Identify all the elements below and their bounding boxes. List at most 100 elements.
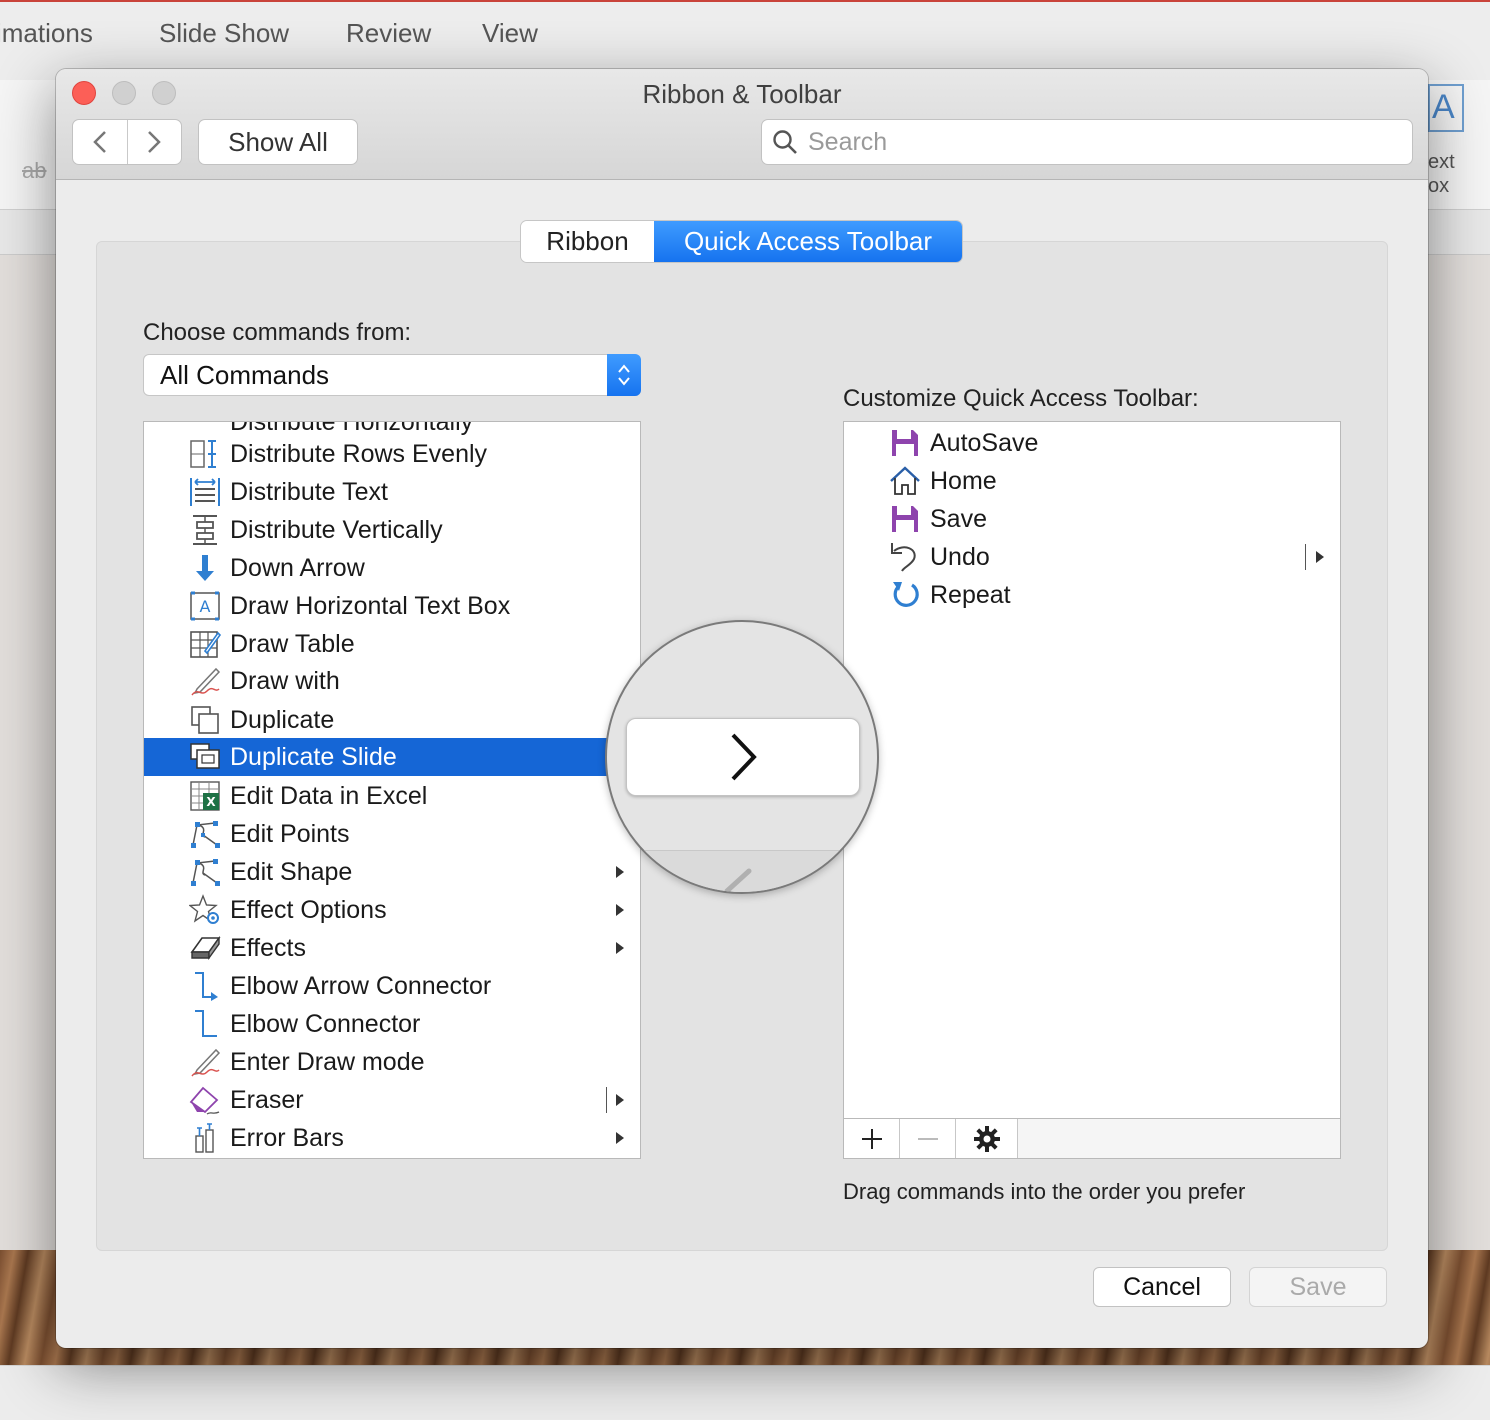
list-item[interactable]: Edit Points: [144, 815, 640, 853]
commands-list[interactable]: Distribute Horizontally Distribute Rows …: [143, 421, 641, 1159]
tab-ribbon[interactable]: Ribbon: [521, 221, 654, 262]
save-button[interactable]: Save: [1249, 1267, 1387, 1307]
window-title: Ribbon & Toolbar: [642, 79, 842, 109]
list-item[interactable]: Distribute Rows Evenly: [144, 435, 640, 473]
edit-shape-icon: [188, 855, 222, 889]
show-all-button[interactable]: Show All: [198, 119, 358, 165]
text-box-label-line-1: ext: [1428, 151, 1455, 173]
list-item[interactable]: Repeat: [844, 576, 1340, 614]
minus-icon: [917, 1137, 938, 1140]
back-button[interactable]: [73, 120, 127, 164]
gear-icon: [973, 1125, 1000, 1152]
list-item[interactable]: Draw with: [144, 662, 640, 700]
menu-review[interactable]: Review: [346, 18, 431, 49]
text-box-icon: [1428, 84, 1464, 132]
search-icon: [773, 130, 797, 154]
eraser-icon: [188, 1083, 222, 1117]
magnifier-callout: [605, 620, 879, 894]
search-input[interactable]: [808, 127, 1388, 157]
down-arrow-icon: [188, 551, 222, 585]
submenu-arrow-icon[interactable]: [1316, 551, 1324, 563]
chevron-left-icon: [92, 131, 106, 153]
text-box-icon: A: [188, 589, 222, 623]
effects-icon: [188, 931, 222, 965]
list-item[interactable]: Home: [844, 462, 1340, 500]
add-button[interactable]: [844, 1119, 900, 1158]
search-field[interactable]: [761, 119, 1413, 165]
save-icon: [888, 502, 922, 536]
forward-button[interactable]: [126, 120, 182, 164]
list-item[interactable]: Enter Draw mode: [144, 1043, 640, 1081]
svg-text:A: A: [200, 597, 211, 616]
list-item[interactable]: Distribute Text: [144, 473, 640, 511]
submenu-arrow-icon[interactable]: [616, 942, 624, 954]
distribute-vertically-icon: [188, 513, 222, 547]
customize-qat-label: Customize Quick Access Toolbar:: [843, 385, 1199, 412]
duplicate-slide-icon: [188, 740, 222, 774]
excel-icon: X: [188, 779, 222, 813]
qat-list[interactable]: AutoSave Home Save Undo Repeat: [843, 421, 1341, 1159]
choose-commands-label: Choose commands from:: [143, 319, 412, 346]
split-divider: [606, 1087, 607, 1113]
commands-source-select[interactable]: All Commands: [143, 354, 641, 396]
draw-mode-icon: [188, 1045, 222, 1079]
list-item[interactable]: Effect Options: [144, 891, 640, 929]
repeat-icon: [888, 578, 922, 612]
chevron-right-icon: [731, 733, 757, 781]
list-item[interactable]: Effects: [144, 929, 640, 967]
settings-button[interactable]: [956, 1119, 1018, 1158]
list-item[interactable]: Draw Table: [144, 625, 640, 663]
edit-points-icon: [188, 817, 222, 851]
tab-quick-access-toolbar[interactable]: Quick Access Toolbar: [654, 221, 962, 262]
plus-icon: [861, 1128, 882, 1149]
updown-chevron-icon: [607, 354, 641, 396]
cancel-button[interactable]: Cancel: [1093, 1267, 1231, 1307]
app-status-area: [0, 1365, 1490, 1420]
add-to-toolbar-button[interactable]: [626, 718, 860, 796]
chevron-right-icon: [148, 131, 162, 153]
remove-button[interactable]: [900, 1119, 956, 1158]
pen-icon: [188, 664, 222, 698]
nav-group: [72, 119, 182, 165]
menu-animations[interactable]: imations: [0, 18, 93, 49]
submenu-arrow-icon[interactable]: [616, 1132, 624, 1144]
split-divider: [1305, 544, 1306, 570]
list-item[interactable]: X Edit Data in Excel: [144, 777, 640, 815]
text-box-label-line-2: ox: [1428, 175, 1450, 197]
submenu-arrow-icon[interactable]: [616, 904, 624, 916]
list-item[interactable]: Down Arrow: [144, 549, 640, 587]
strikethrough-icon: ab: [22, 158, 47, 183]
elbow-arrow-icon: [188, 969, 222, 1003]
elbow-connector-icon: [188, 1007, 222, 1041]
tab-control: Ribbon Quick Access Toolbar: [521, 221, 962, 262]
magnifier-lower-area: [607, 850, 877, 892]
list-item[interactable]: Undo: [844, 538, 1340, 576]
list-item[interactable]: Error Bars: [144, 1119, 640, 1157]
menu-slide-show[interactable]: Slide Show: [159, 18, 289, 49]
home-icon: [888, 464, 922, 498]
list-item[interactable]: Elbow Arrow Connector: [144, 967, 640, 1005]
undo-icon: [888, 540, 922, 574]
distribute-text-icon: [188, 475, 222, 509]
list-item[interactable]: Duplicate: [144, 701, 640, 739]
list-item[interactable]: AutoSave: [844, 424, 1340, 462]
qat-tools: [844, 1118, 1340, 1158]
save-icon: [888, 426, 922, 460]
list-item[interactable]: Distribute Vertically: [144, 511, 640, 549]
drag-hint: Drag commands into the order you prefer: [843, 1179, 1246, 1204]
list-item[interactable]: Edit Shape: [144, 853, 640, 891]
list-item[interactable]: A Draw Horizontal Text Box: [144, 587, 640, 625]
app-menubar: imations Slide Show Review View: [0, 0, 1490, 80]
list-item-selected[interactable]: Duplicate Slide: [144, 738, 640, 776]
ribbon-toolbar-dialog: Ribbon & Toolbar Show All Ribbon Quick A…: [56, 69, 1428, 1348]
error-bars-icon: [188, 1121, 222, 1155]
list-item[interactable]: Eraser: [144, 1081, 640, 1119]
submenu-arrow-icon[interactable]: [616, 1094, 624, 1106]
menu-view[interactable]: View: [482, 18, 538, 49]
svg-text:X: X: [206, 795, 216, 809]
list-item[interactable]: Save: [844, 500, 1340, 538]
draw-table-icon: [188, 627, 222, 661]
text-box-label: ext ox: [1428, 150, 1455, 198]
titlebar: Ribbon & Toolbar Show All: [56, 69, 1428, 180]
list-item[interactable]: Elbow Connector: [144, 1005, 640, 1043]
